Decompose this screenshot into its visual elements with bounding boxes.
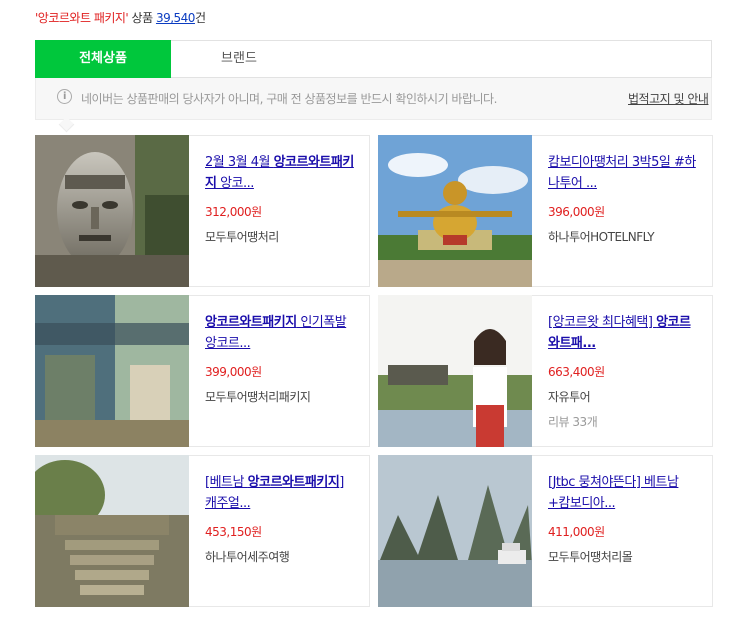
tab-brand[interactable]: 브랜드 (186, 40, 292, 78)
result-unit: 건 (194, 11, 206, 25)
product-price: 399,000원 (205, 365, 262, 379)
result-count[interactable]: 39,540 (156, 11, 196, 25)
product-title[interactable]: [베트남 앙코르와트패키지] 캐주얼... (205, 472, 357, 514)
product-seller: 모두투어땡처리 (205, 230, 279, 244)
product-info: 캄보디아땡처리 3박5일 #하나투어 ... 396,000원 하나투어HOTE… (548, 152, 700, 247)
product-price: 453,150원 (205, 525, 262, 539)
product-title[interactable]: 캄보디아땡처리 3박5일 #하나투어 ... (548, 152, 700, 194)
product-seller: 모두투어땡처리패키지 (205, 390, 311, 404)
result-label: 상품 (128, 11, 156, 25)
product-image[interactable] (35, 295, 189, 447)
product-image[interactable] (35, 135, 189, 287)
search-query: '앙코르와트 패키지' (35, 11, 129, 25)
product-card[interactable]: [베트남 앙코르와트패키지] 캐주얼... 453,150원 하나투어세주여행 (35, 455, 370, 607)
product-info: [Jtbc 뭉쳐야뜬다] 베트남+캄보디아... 411,000원 모두투어땡처… (548, 472, 700, 567)
product-image[interactable] (378, 135, 532, 287)
product-seller: 모두투어땡처리몰 (548, 550, 633, 564)
product-image[interactable] (378, 295, 532, 447)
review-count: 33개 (572, 415, 598, 429)
product-title[interactable]: 2월 3월 4월 앙코르와트패키지 앙코... (205, 152, 357, 194)
product-card[interactable]: 캄보디아땡처리 3박5일 #하나투어 ... 396,000원 하나투어HOTE… (378, 135, 713, 287)
product-card[interactable]: [앙코르왓 최다혜택] 앙코르와트패... 663,400원 자유투어 리뷰 3… (378, 295, 713, 447)
tab-all-products[interactable]: 전체상품 (35, 40, 171, 78)
product-card[interactable]: 앙코르와트패키지 인기폭발 앙코르... 399,000원 모두투어땡처리패키지 (35, 295, 370, 447)
product-info: 앙코르와트패키지 인기폭발 앙코르... 399,000원 모두투어땡처리패키지 (205, 312, 357, 407)
product-price: 312,000원 (205, 205, 262, 219)
product-title[interactable]: 앙코르와트패키지 인기폭발 앙코르... (205, 312, 357, 354)
notice-caret (58, 116, 75, 133)
result-header: '앙코르와트 패키지' 상품 39,540건 (35, 9, 206, 26)
product-info: [앙코르왓 최다혜택] 앙코르와트패... 663,400원 자유투어 리뷰 3… (548, 312, 700, 432)
product-seller: 자유투어 (548, 390, 591, 404)
legal-notice: i 네이버는 상품판매의 당사자가 아니며, 구매 전 상품정보를 반드시 확인… (35, 78, 712, 133)
product-tabs: 전체상품 브랜드 (35, 40, 712, 78)
product-image[interactable] (35, 455, 189, 607)
product-seller: 하나투어HOTELNFLY (548, 230, 655, 244)
review-label: 리뷰 (548, 415, 570, 429)
notice-text: 네이버는 상품판매의 당사자가 아니며, 구매 전 상품정보를 반드시 확인하시… (81, 92, 497, 106)
product-image[interactable] (378, 455, 532, 607)
product-review: 리뷰 33개 (548, 412, 700, 432)
product-info: 2월 3월 4월 앙코르와트패키지 앙코... 312,000원 모두투어땡처리 (205, 152, 357, 247)
product-card[interactable]: [Jtbc 뭉쳐야뜬다] 베트남+캄보디아... 411,000원 모두투어땡처… (378, 455, 713, 607)
product-title[interactable]: [앙코르왓 최다혜택] 앙코르와트패... (548, 312, 700, 354)
product-price: 411,000원 (548, 525, 605, 539)
product-price: 663,400원 (548, 365, 605, 379)
product-info: [베트남 앙코르와트패키지] 캐주얼... 453,150원 하나투어세주여행 (205, 472, 357, 567)
product-price: 396,000원 (548, 205, 605, 219)
product-card[interactable]: 2월 3월 4월 앙코르와트패키지 앙코... 312,000원 모두투어땡처리 (35, 135, 370, 287)
product-title[interactable]: [Jtbc 뭉쳐야뜬다] 베트남+캄보디아... (548, 472, 700, 514)
legal-notice-link[interactable]: 법적고지 및 안내 (628, 90, 709, 107)
product-seller: 하나투어세주여행 (205, 550, 290, 564)
info-icon: i (57, 89, 72, 104)
